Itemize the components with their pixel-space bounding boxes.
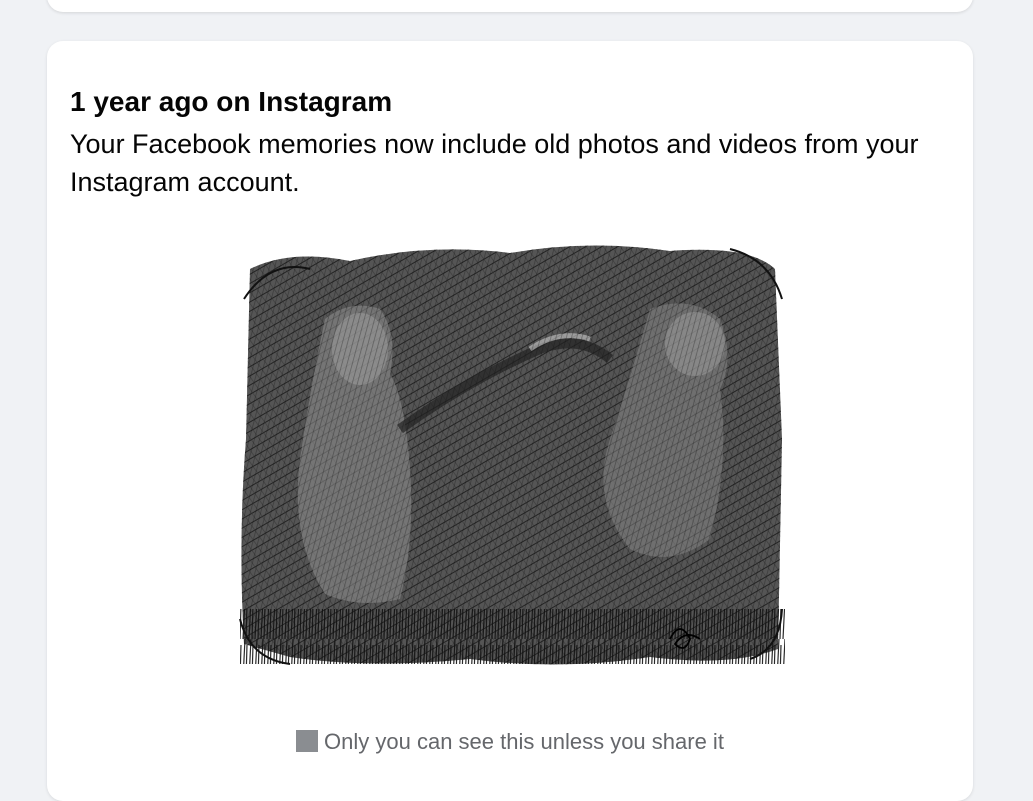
privacy-notice: Only you can see this unless you share i… xyxy=(47,728,973,756)
memory-description: Your Facebook memories now include old p… xyxy=(70,129,919,197)
memory-card: 1 year ago on Instagram Your Facebook me… xyxy=(47,41,973,801)
previous-card xyxy=(47,0,973,12)
memory-title: 1 year ago on Instagram xyxy=(70,86,393,117)
memory-photo[interactable] xyxy=(230,239,790,674)
privacy-text: Only you can see this unless you share i… xyxy=(324,729,724,754)
privacy-lock-icon xyxy=(296,730,319,752)
